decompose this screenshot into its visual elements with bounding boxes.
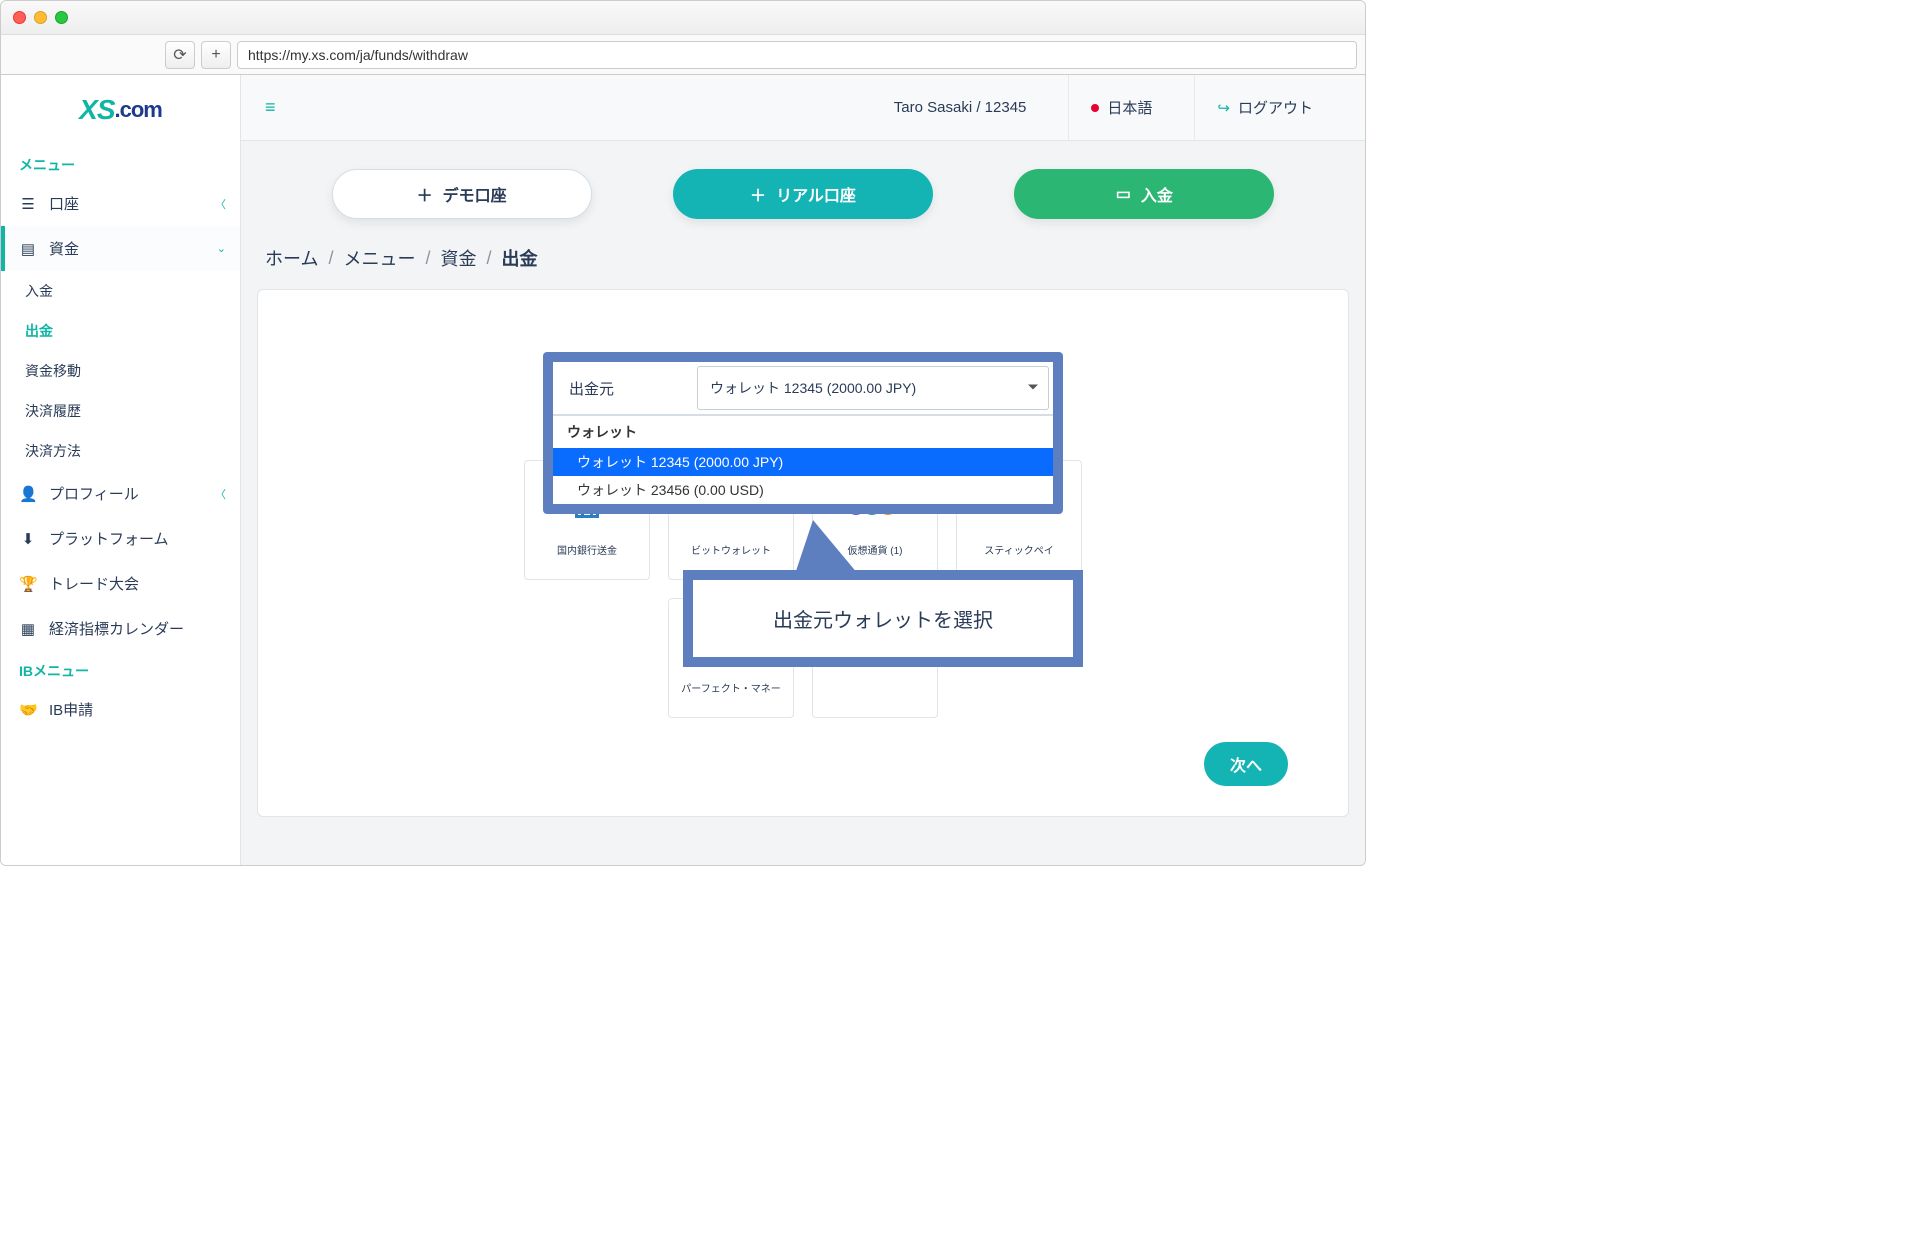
- withdraw-card: 出金元 ウォレット 12345 (2000.00 JPY) ウォレット ウォレッ…: [257, 289, 1349, 817]
- breadcrumb-sep: /: [425, 248, 430, 269]
- sidebar-item-label: 口座: [49, 193, 79, 214]
- logout-button[interactable]: ↪ ログアウト: [1194, 75, 1335, 141]
- breadcrumb-funds[interactable]: 資金: [441, 245, 477, 271]
- new-tab-button[interactable]: +: [201, 41, 231, 69]
- breadcrumb-sep: /: [328, 248, 333, 269]
- flag-jp-icon: [1091, 104, 1099, 112]
- url-bar[interactable]: https://my.xs.com/ja/funds/withdraw: [237, 41, 1357, 69]
- language-selector[interactable]: 日本語: [1068, 75, 1174, 141]
- reload-button[interactable]: ⟳: [165, 41, 195, 69]
- sidebar: XS.com メニュー ☰ 口座 〈 ▤ 資金 ⌄ 入金 出金 資金移動 決済履…: [1, 75, 241, 865]
- ib-section-title: IBメニュー: [1, 651, 240, 687]
- sidebar-item-contest[interactable]: 🏆 トレード大会: [1, 561, 240, 606]
- tile-label: パーフェクト・マネー: [681, 680, 780, 695]
- button-label: リアル口座: [776, 182, 856, 206]
- app-page: XS.com メニュー ☰ 口座 〈 ▤ 資金 ⌄ 入金 出金 資金移動 決済履…: [1, 75, 1365, 865]
- logout-label: ログアウト: [1238, 97, 1313, 118]
- sidebar-item-label: プラットフォーム: [49, 528, 169, 549]
- maximize-window-icon[interactable]: [55, 11, 68, 24]
- close-window-icon[interactable]: [13, 11, 26, 24]
- tile-label: ビットウォレット: [691, 542, 771, 557]
- topbar: ≡ Taro Sasaki / 12345 日本語 ↪ ログアウト: [241, 75, 1365, 141]
- traffic-lights: [13, 11, 68, 24]
- wallet-icon: ▤: [19, 240, 37, 258]
- instruction-callout: 出金元ウォレットを選択: [683, 570, 1083, 667]
- submenu-history[interactable]: 決済履歴: [1, 391, 240, 431]
- submenu-deposit[interactable]: 入金: [1, 271, 240, 311]
- breadcrumb-home[interactable]: ホーム: [265, 245, 318, 271]
- sidebar-item-label: 経済指標カレンダー: [49, 618, 184, 639]
- url-text: https://my.xs.com/ja/funds/withdraw: [248, 47, 468, 63]
- main-area: ≡ Taro Sasaki / 12345 日本語 ↪ ログアウト ＋ デモ口座: [241, 75, 1365, 865]
- dropdown-option[interactable]: ウォレット 12345 (2000.00 JPY): [553, 448, 1053, 476]
- sidebar-item-platform[interactable]: ⬇ プラットフォーム: [1, 516, 240, 561]
- logo-part2: .com: [115, 97, 162, 123]
- submenu-methods[interactable]: 決済方法: [1, 431, 240, 471]
- source-dropdown: ウォレット ウォレット 12345 (2000.00 JPY) ウォレット 23…: [553, 415, 1053, 504]
- language-label: 日本語: [1107, 97, 1152, 118]
- demo-account-button[interactable]: ＋ デモ口座: [332, 169, 592, 219]
- chevron-left-icon: 〈: [215, 196, 226, 212]
- sidebar-item-label: トレード大会: [49, 573, 139, 594]
- dropdown-group: ウォレット: [553, 416, 1053, 448]
- plus-icon: ＋: [417, 182, 433, 206]
- sidebar-item-accounts[interactable]: ☰ 口座 〈: [1, 181, 240, 226]
- source-select-highlight: 出金元 ウォレット 12345 (2000.00 JPY) ウォレット ウォレッ…: [543, 352, 1063, 514]
- user-info[interactable]: Taro Sasaki / 12345: [872, 75, 1049, 141]
- source-select[interactable]: ウォレット 12345 (2000.00 JPY): [693, 362, 1053, 414]
- user-icon: 👤: [19, 485, 37, 503]
- browser-toolbar: ⟳ + https://my.xs.com/ja/funds/withdraw: [1, 35, 1365, 75]
- tile-label: 国内銀行送金: [557, 542, 617, 557]
- breadcrumb-menu[interactable]: メニュー: [343, 245, 415, 271]
- window-titlebar: [1, 1, 1365, 35]
- minimize-window-icon[interactable]: [34, 11, 47, 24]
- sidebar-item-label: プロフィール: [49, 483, 139, 504]
- next-button[interactable]: 次へ: [1204, 742, 1288, 786]
- button-label: 入金: [1141, 182, 1173, 206]
- actions-row: ＋ デモ口座 ＋ リアル口座 ▭ 入金: [241, 141, 1365, 239]
- submenu-transfer[interactable]: 資金移動: [1, 351, 240, 391]
- chevron-left-icon: 〈: [215, 486, 226, 502]
- sidebar-item-label: IB申請: [49, 699, 93, 720]
- next-label: 次へ: [1230, 758, 1262, 775]
- calendar-icon: ▦: [19, 620, 37, 638]
- user-label: Taro Sasaki / 12345: [894, 99, 1027, 116]
- real-account-button[interactable]: ＋ リアル口座: [673, 169, 933, 219]
- source-select-display[interactable]: ウォレット 12345 (2000.00 JPY): [697, 366, 1049, 410]
- sidebar-item-calendar[interactable]: ▦ 経済指標カレンダー: [1, 606, 240, 651]
- source-select-value: ウォレット 12345 (2000.00 JPY): [710, 378, 916, 398]
- button-label: デモ口座: [443, 182, 507, 206]
- trophy-icon: 🏆: [19, 575, 37, 593]
- list-icon: ☰: [19, 195, 37, 213]
- handshake-icon: 🤝: [19, 701, 37, 719]
- logout-icon: ↪: [1217, 99, 1230, 117]
- sidebar-item-label: 資金: [49, 238, 79, 259]
- breadcrumb: ホーム / メニュー / 資金 / 出金: [241, 239, 1365, 289]
- menu-section-title: メニュー: [1, 145, 240, 181]
- source-label: 出金元: [553, 364, 693, 413]
- dropdown-option[interactable]: ウォレット 23456 (0.00 USD): [553, 476, 1053, 504]
- card-icon: ▭: [1116, 184, 1131, 204]
- breadcrumb-current: 出金: [502, 245, 538, 271]
- sidebar-item-funds[interactable]: ▤ 資金 ⌄: [1, 226, 240, 271]
- callout-text: 出金元ウォレットを選択: [773, 610, 993, 632]
- chevron-down-icon: ⌄: [217, 242, 226, 255]
- browser-window: ⟳ + https://my.xs.com/ja/funds/withdraw …: [0, 0, 1366, 866]
- plus-icon: ＋: [750, 182, 766, 206]
- next-row: 次へ: [282, 742, 1324, 786]
- sidebar-item-profile[interactable]: 👤 プロフィール 〈: [1, 471, 240, 516]
- logo[interactable]: XS.com: [1, 75, 240, 145]
- tile-label: スティックペイ: [984, 542, 1053, 557]
- source-select-row: 出金元 ウォレット 12345 (2000.00 JPY): [553, 362, 1053, 415]
- breadcrumb-sep: /: [487, 248, 492, 269]
- sidebar-item-ib-apply[interactable]: 🤝 IB申請: [1, 687, 240, 732]
- submenu-withdraw[interactable]: 出金: [1, 311, 240, 351]
- hamburger-icon[interactable]: ≡: [259, 91, 282, 124]
- logo-part1: XS: [79, 94, 114, 126]
- deposit-button[interactable]: ▭ 入金: [1014, 169, 1274, 219]
- download-icon: ⬇: [19, 530, 37, 548]
